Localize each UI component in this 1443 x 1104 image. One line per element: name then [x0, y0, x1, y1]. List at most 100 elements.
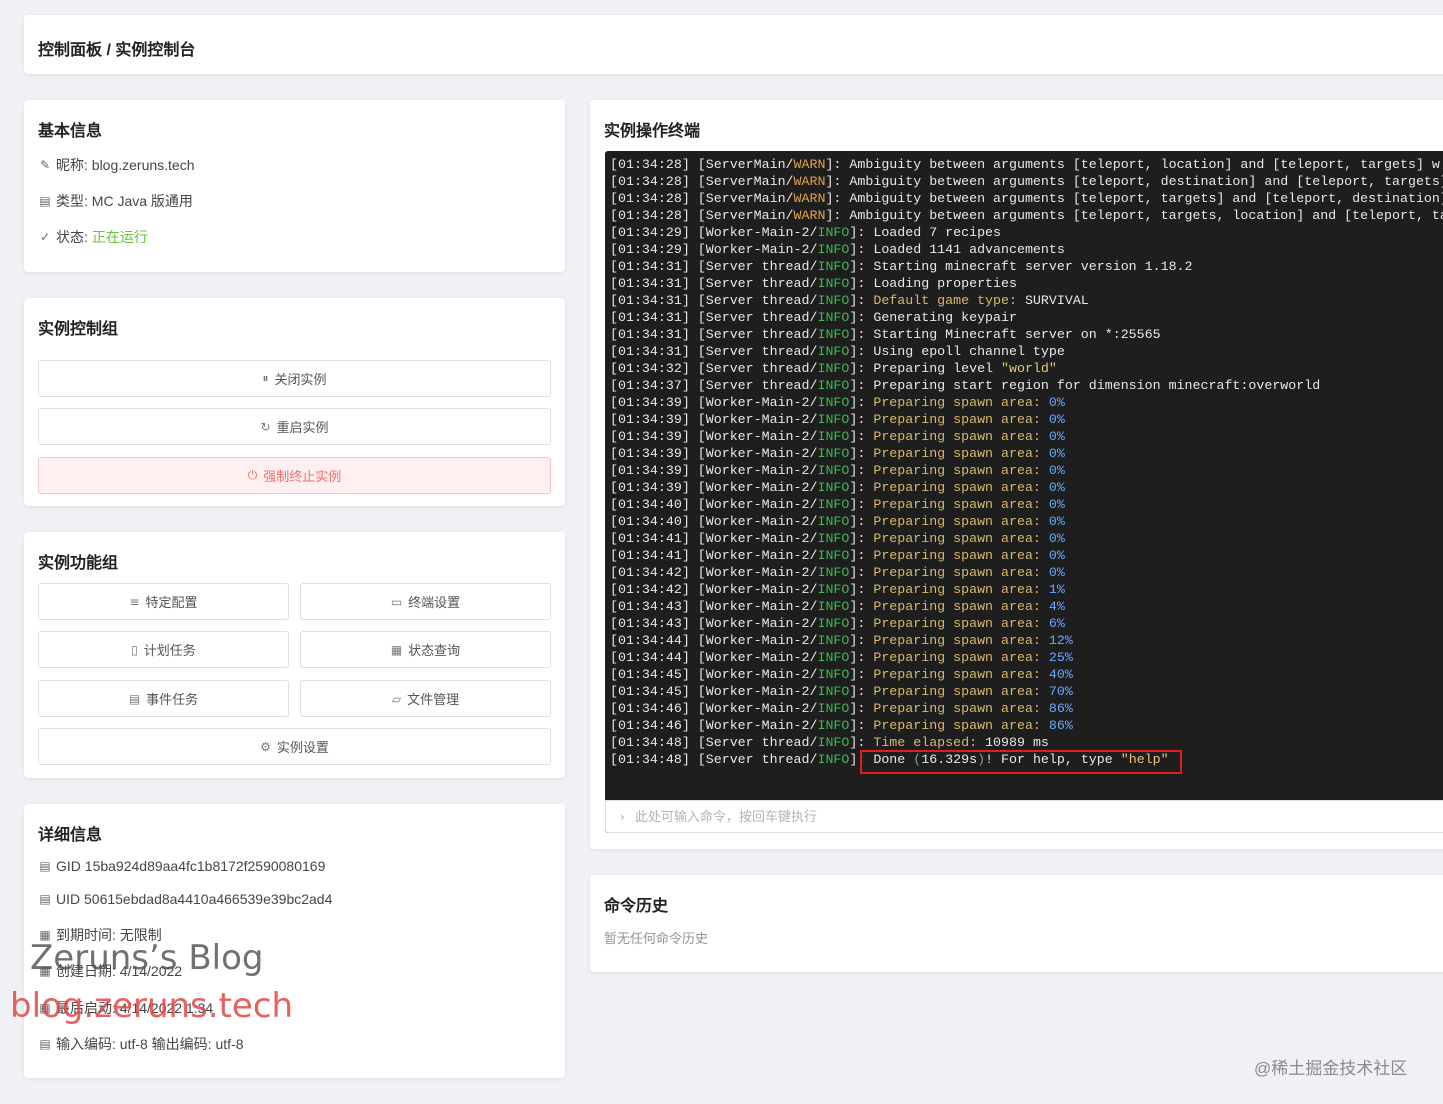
terminal-line: [01:34:31] [Server thread/INFO]: Using e… — [610, 344, 1065, 359]
terminal-line: [01:34:48] [Server thread/INFO]: Time el… — [610, 735, 1049, 750]
terminal-line: [01:34:29] [Worker-Main-2/INFO]: Loaded … — [610, 242, 1065, 257]
terminal-line: [01:34:31] [Server thread/INFO]: Loading… — [610, 276, 1017, 291]
restart-instance-button[interactable]: ↻ 重启实例 — [38, 408, 551, 445]
document-icon: ▤ — [39, 1037, 51, 1051]
gid-text: GID 15ba924d89aa4fc1b8172f2590080169 — [56, 858, 326, 874]
scheduled-tasks-label: 计划任务 — [143, 643, 196, 658]
terminal-settings-label: 终端设置 — [408, 595, 461, 610]
terminal-line: [01:34:32] [Server thread/INFO]: Prepari… — [610, 361, 1057, 376]
terminal-line: [01:34:39] [Worker-Main-2/INFO]: Prepari… — [610, 412, 1065, 427]
terminal-settings-button[interactable]: ▭ 终端设置 — [300, 583, 551, 620]
blog-name-watermark: Zeruns’s Blog — [30, 938, 264, 978]
power-icon: ⏻ — [247, 468, 258, 482]
scheduled-tasks-button[interactable]: ▯ 计划任务 — [38, 631, 289, 668]
blog-url-watermark: blog.zeruns.tech — [10, 986, 294, 1026]
event-tasks-label: 事件任务 — [146, 692, 199, 707]
terminal-line: [01:34:41] [Worker-Main-2/INFO]: Prepari… — [610, 531, 1065, 546]
calendar-icon: ▯ — [131, 642, 138, 657]
status-row: ✓ 状态: 正在运行 — [38, 227, 148, 247]
command-history-title: 命令历史 — [604, 898, 669, 915]
stop-instance-label: 关闭实例 — [274, 372, 327, 387]
kill-instance-button[interactable]: ⏻ 强制终止实例 — [38, 457, 551, 494]
terminal-line: [01:34:43] [Worker-Main-2/INFO]: Prepari… — [610, 616, 1065, 631]
terminal-line: [01:34:39] [Worker-Main-2/INFO]: Prepari… — [610, 446, 1065, 461]
terminal-line: [01:34:37] [Server thread/INFO]: Prepari… — [610, 378, 1321, 393]
terminal-output: [01:34:28] [ServerMain/WARN]: Ambiguity … — [610, 156, 1443, 768]
sliders-icon: ≡ — [129, 594, 140, 609]
list-icon: ▤ — [128, 691, 141, 706]
status-query-label: 状态查询 — [408, 643, 461, 658]
terminal-line: [01:34:44] [Worker-Main-2/INFO]: Prepari… — [610, 633, 1073, 648]
type-text: 类型: MC Java 版通用 — [56, 193, 193, 209]
pencil-icon: ✎ — [39, 158, 51, 172]
terminal-line: [01:34:41] [Worker-Main-2/INFO]: Prepari… — [610, 548, 1065, 563]
check-icon: ✓ — [39, 230, 51, 244]
kill-instance-label: 强制终止实例 — [263, 469, 342, 484]
page-header: 控制面板 / 实例控制台 — [24, 15, 1443, 74]
terminal-line: [01:34:39] [Worker-Main-2/INFO]: Prepari… — [610, 429, 1065, 444]
command-input[interactable] — [634, 809, 1335, 824]
status-label: 状态: — [56, 229, 88, 245]
terminal-line: [01:34:43] [Worker-Main-2/INFO]: Prepari… — [610, 599, 1065, 614]
terminal-line: [01:34:31] [Server thread/INFO]: Generat… — [610, 310, 1017, 325]
community-watermark: @稀土掘金技术社区 — [1254, 1059, 1408, 1078]
terminal-line: [01:34:44] [Worker-Main-2/INFO]: Prepari… — [610, 650, 1073, 665]
terminal-line: [01:34:46] [Worker-Main-2/INFO]: Prepari… — [610, 718, 1073, 733]
specific-config-button[interactable]: ≡ 特定配置 — [38, 583, 289, 620]
pause-circle-icon: ⏸ — [262, 371, 269, 385]
chart-icon: ▦ — [390, 642, 403, 657]
instance-settings-label: 实例设置 — [276, 740, 329, 755]
terminal-card: 实例操作终端 [01:34:28] [ServerMain/WARN]: Amb… — [590, 100, 1443, 849]
terminal-line: [01:34:40] [Worker-Main-2/INFO]: Prepari… — [610, 497, 1065, 512]
terminal-line: [01:34:39] [Worker-Main-2/INFO]: Prepari… — [610, 395, 1065, 410]
terminal-line: [01:34:28] [ServerMain/WARN]: Ambiguity … — [610, 174, 1443, 189]
terminal-line: [01:34:39] [Worker-Main-2/INFO]: Prepari… — [610, 480, 1065, 495]
basic-info-title: 基本信息 — [38, 123, 103, 140]
terminal-line: [01:34:31] [Server thread/INFO]: Startin… — [610, 259, 1193, 274]
terminal-line: [01:34:28] [ServerMain/WARN]: Ambiguity … — [610, 191, 1443, 206]
terminal-line: [01:34:45] [Worker-Main-2/INFO]: Prepari… — [610, 667, 1073, 682]
detail-info-title: 详细信息 — [38, 827, 103, 844]
nickname-text: 昵称: blog.zeruns.tech — [56, 157, 195, 173]
type-row: ▤ 类型: MC Java 版通用 — [38, 191, 193, 211]
terminal-line: [01:34:42] [Worker-Main-2/INFO]: Prepari… — [610, 565, 1065, 580]
terminal-line: [01:34:45] [Worker-Main-2/INFO]: Prepari… — [610, 684, 1073, 699]
monitor-icon: ▭ — [390, 594, 403, 609]
control-group-card: 实例控制组 ⏸ 关闭实例 ↻ 重启实例 ⏻ 强制终止实例 — [24, 298, 565, 506]
function-group-card: 实例功能组 ≡ 特定配置 ▭ 终端设置 ▯ 计划任务 ▦ 状态查询 ▤ 事件任务… — [24, 532, 565, 778]
terminal-line: [01:34:31] [Server thread/INFO]: Startin… — [610, 327, 1161, 342]
terminal-screen[interactable]: [01:34:28] [ServerMain/WARN]: Ambiguity … — [605, 151, 1443, 833]
command-history-empty: 暂无任何命令历史 — [604, 931, 709, 946]
breadcrumb: 控制面板 / 实例控制台 — [38, 42, 196, 59]
terminal-line: [01:34:28] [ServerMain/WARN]: Ambiguity … — [610, 157, 1440, 172]
status-query-button[interactable]: ▦ 状态查询 — [300, 631, 551, 668]
terminal-line: [01:34:31] [Server thread/INFO]: Default… — [610, 293, 1089, 308]
terminal-line: [01:34:28] [ServerMain/WARN]: Ambiguity … — [610, 208, 1443, 223]
terminal-line: [01:34:46] [Worker-Main-2/INFO]: Prepari… — [610, 701, 1073, 716]
uid-row: ▤ UID 50615ebdad8a4410a466539e39bc2ad4 — [38, 891, 332, 907]
status-badge: 正在运行 — [91, 229, 148, 245]
gear-icon: ⚙ — [260, 739, 271, 754]
stop-instance-button[interactable]: ⏸ 关闭实例 — [38, 360, 551, 397]
uid-text: UID 50615ebdad8a4410a466539e39bc2ad4 — [56, 891, 333, 907]
done-highlight-box — [860, 750, 1182, 774]
encoding-text: 输入编码: utf-8 输出编码: utf-8 — [56, 1036, 244, 1052]
specific-config-label: 特定配置 — [145, 595, 198, 610]
file-manager-button[interactable]: ▱ 文件管理 — [300, 680, 551, 717]
terminal-line: [01:34:39] [Worker-Main-2/INFO]: Prepari… — [610, 463, 1065, 478]
encoding-row: ▤ 输入编码: utf-8 输出编码: utf-8 — [38, 1034, 243, 1054]
document-icon: ▤ — [39, 892, 51, 906]
folder-icon: ▱ — [391, 691, 402, 706]
document-icon: ▤ — [39, 194, 51, 208]
terminal-title: 实例操作终端 — [604, 123, 701, 140]
refresh-icon: ↻ — [260, 419, 271, 434]
instance-settings-button[interactable]: ⚙ 实例设置 — [38, 728, 551, 765]
file-manager-label: 文件管理 — [407, 692, 460, 707]
terminal-line: [01:34:29] [Worker-Main-2/INFO]: Loaded … — [610, 225, 1002, 240]
event-tasks-button[interactable]: ▤ 事件任务 — [38, 680, 289, 717]
command-input-bar[interactable]: › — [605, 800, 1443, 833]
control-group-title: 实例控制组 — [38, 321, 119, 338]
chevron-right-icon: › — [620, 809, 625, 824]
restart-instance-label: 重启实例 — [276, 420, 329, 435]
terminal-line: [01:34:40] [Worker-Main-2/INFO]: Prepari… — [610, 514, 1065, 529]
